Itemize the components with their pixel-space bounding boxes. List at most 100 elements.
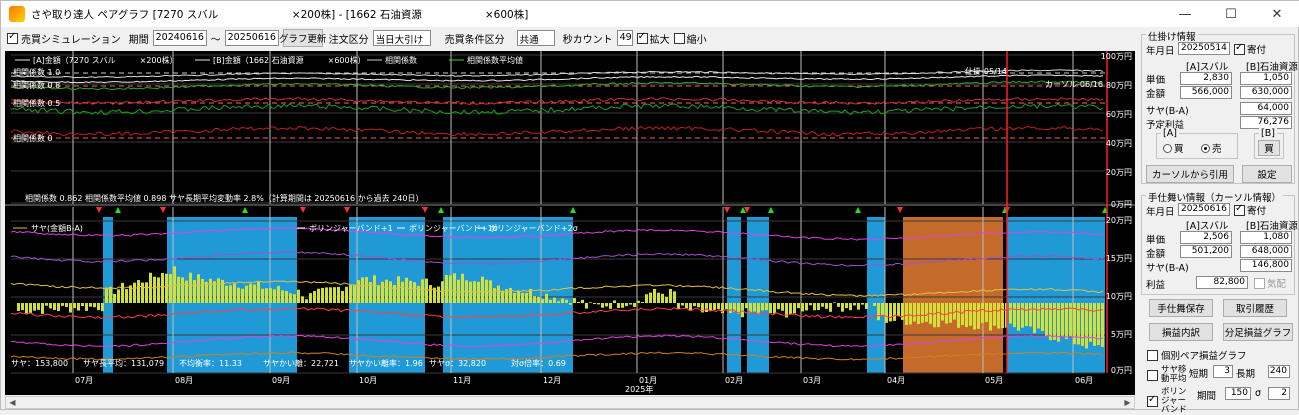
a-buy-radio-icon[interactable] <box>1163 144 1172 153</box>
x-axis-month-label: 03月 <box>803 376 821 385</box>
minute-pnl-graph-button[interactable]: 分足損益グラフ <box>1223 323 1293 341</box>
entry-yorituki-checkbox[interactable] <box>1234 44 1245 55</box>
spread-bar <box>337 287 340 303</box>
simulation-toggle[interactable]: 売買シミュレーション <box>7 31 121 46</box>
period-from-input[interactable]: 20240616 <box>153 30 207 46</box>
spread-bar <box>269 288 272 303</box>
scroll-right-icon[interactable]: ▶ <box>1121 397 1134 408</box>
spread-bar <box>249 284 252 303</box>
bb-period-value[interactable]: 150 <box>1225 387 1251 400</box>
settings-button[interactable]: 設定 <box>1242 165 1292 183</box>
a-sell-radio-icon[interactable] <box>1201 144 1210 153</box>
a-sell-radio[interactable]: 売 <box>1201 141 1222 155</box>
spread-bar <box>385 280 388 303</box>
title-bar[interactable]: さや取り達人 ペアグラフ [7270 スバル ×200株] - [1662 石油… <box>1 1 1299 27</box>
spread-bar <box>481 277 484 303</box>
bb-checkbox[interactable] <box>1147 396 1158 407</box>
spread-bar <box>697 303 700 307</box>
exit-spread-value: 146,800 <box>1240 259 1292 272</box>
spread-bar <box>889 303 892 321</box>
auto-quote-toggle[interactable]: 気配 <box>1254 276 1286 290</box>
spread-bar <box>177 277 180 303</box>
spread-bar <box>245 286 248 303</box>
trade-cond-select[interactable]: 共通 <box>517 30 555 46</box>
short-value[interactable]: 3 <box>1213 365 1233 378</box>
spread-bar <box>257 282 260 303</box>
save-exit-button[interactable]: 手仕舞保存 <box>1149 299 1213 317</box>
spread-bar <box>709 303 712 310</box>
spread-bar <box>17 303 20 311</box>
a-buy-radio[interactable]: 買 <box>1163 141 1184 155</box>
order-type-select[interactable]: 当日大引け <box>373 30 431 46</box>
spread-bar <box>837 303 840 307</box>
spread-bar <box>437 287 440 303</box>
scroll-left-icon[interactable]: ◀ <box>6 397 19 408</box>
long-value[interactable]: 240 <box>1268 365 1290 378</box>
zoom-in-toggle[interactable]: 拡大 <box>637 31 670 46</box>
stat-label: 対σ倍率：0.69 <box>511 358 566 368</box>
spread-bar <box>313 291 316 303</box>
spread-bar <box>193 280 196 303</box>
sell-arrow-icon <box>96 207 102 213</box>
horizontal-scrollbar[interactable]: ◀ ▶ <box>5 396 1135 409</box>
profit-label: 利益 <box>1146 277 1165 291</box>
entry-date-input[interactable]: 20250514 <box>1178 42 1230 55</box>
exit-yorituki-toggle[interactable]: 寄付 <box>1234 203 1266 217</box>
spread-bar <box>53 303 56 310</box>
zoom-out-toggle[interactable]: 縮小 <box>674 31 707 46</box>
spread-bar <box>941 303 944 321</box>
y-axis-bottom-label: 5万円 <box>1111 330 1132 339</box>
entry-b-price[interactable]: 1,050 <box>1240 72 1292 85</box>
b-buy-button[interactable]: 買 <box>1258 140 1280 156</box>
exit-date-input[interactable]: 20250616 <box>1178 203 1230 216</box>
spread-bar <box>201 279 204 303</box>
stat-label: サヤかい離：22,721 <box>263 358 339 368</box>
entry-spread-label: サヤ(B-A) <box>1146 103 1189 117</box>
maximize-button[interactable]: ☐ <box>1208 1 1254 27</box>
entry-a-price[interactable]: 2,830 <box>1180 72 1232 85</box>
entry-info-group: 仕掛け情報 年月日 20250514 寄付 [A]スバル [B]石油資源 単価 … <box>1141 34 1295 184</box>
entry-yorituki-toggle[interactable]: 寄付 <box>1234 42 1266 56</box>
spread-bar <box>705 303 708 312</box>
pair-pnl-checkbox[interactable] <box>1147 350 1158 361</box>
trade-history-button[interactable]: 取引履歴 <box>1223 299 1287 317</box>
spread-bar <box>357 280 360 303</box>
a-buy-label: 買 <box>1174 141 1184 155</box>
ma-toggle[interactable]: サヤ移動平均 <box>1147 366 1187 384</box>
spread-bar <box>569 303 572 305</box>
pnl-detail-button[interactable]: 損益内訳 <box>1149 323 1213 341</box>
zoom-out-checkbox[interactable] <box>674 33 685 44</box>
spread-bar <box>1045 303 1048 336</box>
spread-bar <box>789 303 792 314</box>
side-panel: 仕掛け情報 年月日 20250514 寄付 [A]スバル [B]石油資源 単価 … <box>1139 27 1299 411</box>
sigma-label: σ <box>1255 388 1261 399</box>
corr-level-label: 相関係数 0 <box>13 133 53 143</box>
cursor-quote-button[interactable]: カーソルから引用 <box>1146 165 1234 183</box>
pair-pnl-toggle[interactable]: 個別ペア損益グラフ <box>1147 348 1247 362</box>
spread-bar <box>309 293 312 303</box>
spread-bar <box>65 303 68 307</box>
long-label: 長期 <box>1236 366 1255 380</box>
auto-quote-checkbox[interactable] <box>1254 278 1265 289</box>
exit-yorituki-checkbox[interactable] <box>1234 205 1245 216</box>
spread-bar <box>577 302 580 303</box>
col-b-header: [B]石油資源 <box>1246 59 1298 73</box>
ma-checkbox[interactable] <box>1147 370 1158 381</box>
stat-label: サヤσ：32,820 <box>429 359 486 368</box>
x-axis-month-label: 01月 <box>639 376 657 385</box>
exit-group-title: 手仕舞い情報（カーソル情報） <box>1146 190 1283 204</box>
spread-bar <box>593 303 596 304</box>
sigma-value[interactable]: 2 <box>1268 387 1290 400</box>
zoom-in-checkbox[interactable] <box>637 33 648 44</box>
pair-chart[interactable]: 100万円80万円60万円40万円20万円0万円20万円15万円10万円5万円0… <box>5 51 1135 395</box>
period-to-input[interactable]: 20250616 <box>225 30 279 46</box>
graph-update-button[interactable]: グラフ更新 <box>283 29 323 47</box>
bb-toggle[interactable]: ボリンジャーバンド <box>1147 388 1191 415</box>
minimize-button[interactable]: — <box>1162 1 1208 27</box>
spread-bar <box>441 281 444 303</box>
simulation-checkbox[interactable] <box>7 33 18 44</box>
spread-bar <box>961 303 964 325</box>
spread-bar <box>121 283 124 303</box>
spread-bar <box>277 286 280 303</box>
close-button[interactable]: ✕ <box>1254 1 1299 27</box>
